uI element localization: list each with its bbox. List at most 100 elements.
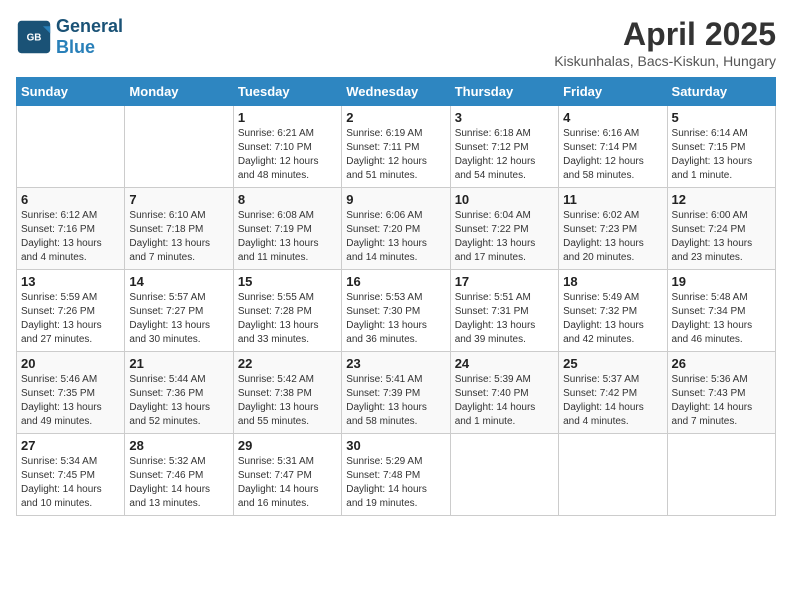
page-header: GB General Blue April 2025 Kiskunhalas, … xyxy=(16,16,776,69)
day-number: 29 xyxy=(238,438,337,453)
calendar-cell: 2 Sunrise: 6:19 AMSunset: 7:11 PMDaylight… xyxy=(342,106,450,188)
day-info: Sunrise: 6:00 AMSunset: 7:24 PMDaylight:… xyxy=(672,210,753,263)
calendar-header-row: SundayMondayTuesdayWednesdayThursdayFrid… xyxy=(17,78,776,106)
day-info: Sunrise: 5:36 AMSunset: 7:43 PMDaylight:… xyxy=(672,374,753,427)
calendar-cell xyxy=(559,434,667,516)
day-info: Sunrise: 5:59 AMSunset: 7:26 PMDaylight:… xyxy=(21,292,102,345)
logo: GB General Blue xyxy=(16,16,123,58)
day-number: 21 xyxy=(129,356,228,371)
day-number: 24 xyxy=(455,356,554,371)
title-block: April 2025 Kiskunhalas, Bacs-Kiskun, Hun… xyxy=(554,16,776,69)
calendar-cell xyxy=(17,106,125,188)
day-number: 22 xyxy=(238,356,337,371)
calendar-cell: 27Sunrise: 5:34 AMSunset: 7:45 PMDayligh… xyxy=(17,434,125,516)
day-info: Sunrise: 5:44 AMSunset: 7:36 PMDaylight:… xyxy=(129,374,210,427)
calendar-cell: 8 Sunrise: 6:08 AMSunset: 7:19 PMDaylight… xyxy=(233,188,341,270)
day-number: 19 xyxy=(672,274,771,289)
calendar-cell: 15 Sunrise: 5:55 AMSunset: 7:28 PMDayligh… xyxy=(233,270,341,352)
calendar-cell: 30 Sunrise: 5:29 AMSunset: 7:48 PMDayligh… xyxy=(342,434,450,516)
calendar-cell: 4 Sunrise: 6:16 AMSunset: 7:14 PMDaylight… xyxy=(559,106,667,188)
day-number: 13 xyxy=(21,274,120,289)
day-info: Sunrise: 5:32 AMSunset: 7:46 PMDaylight:… xyxy=(129,456,210,509)
day-info: Sunrise: 6:16 AMSunset: 7:14 PMDaylight:… xyxy=(563,128,644,181)
calendar-cell: 10Sunrise: 6:04 AMSunset: 7:22 PMDayligh… xyxy=(450,188,558,270)
day-info: Sunrise: 5:48 AMSunset: 7:34 PMDaylight:… xyxy=(672,292,753,345)
day-info: Sunrise: 6:14 AMSunset: 7:15 PMDaylight:… xyxy=(672,128,753,181)
calendar-cell: 18Sunrise: 5:49 AMSunset: 7:32 PMDayligh… xyxy=(559,270,667,352)
header-day-saturday: Saturday xyxy=(667,78,775,106)
day-info: Sunrise: 5:41 AMSunset: 7:39 PMDaylight:… xyxy=(346,374,427,427)
day-number: 9 xyxy=(346,192,445,207)
calendar-cell: 12 Sunrise: 6:00 AMSunset: 7:24 PMDayligh… xyxy=(667,188,775,270)
day-number: 14 xyxy=(129,274,228,289)
day-number: 5 xyxy=(672,110,771,125)
day-number: 20 xyxy=(21,356,120,371)
calendar-cell: 1Sunrise: 6:21 AMSunset: 7:10 PMDaylight… xyxy=(233,106,341,188)
day-info: Sunrise: 5:55 AMSunset: 7:28 PMDaylight:… xyxy=(238,292,319,345)
calendar-cell: 6Sunrise: 6:12 AMSunset: 7:16 PMDaylight… xyxy=(17,188,125,270)
calendar-cell: 24 Sunrise: 5:39 AMSunset: 7:40 PMDayligh… xyxy=(450,352,558,434)
calendar-cell: 13 Sunrise: 5:59 AMSunset: 7:26 PMDayligh… xyxy=(17,270,125,352)
day-number: 8 xyxy=(238,192,337,207)
day-number: 6 xyxy=(21,192,120,207)
calendar-cell: 9 Sunrise: 6:06 AMSunset: 7:20 PMDaylight… xyxy=(342,188,450,270)
day-info: Sunrise: 5:51 AMSunset: 7:31 PMDaylight:… xyxy=(455,292,536,345)
calendar-cell: 22 Sunrise: 5:42 AMSunset: 7:38 PMDayligh… xyxy=(233,352,341,434)
svg-text:GB: GB xyxy=(27,33,42,44)
day-info: Sunrise: 5:53 AMSunset: 7:30 PMDaylight:… xyxy=(346,292,427,345)
day-number: 2 xyxy=(346,110,445,125)
calendar-week-row: 13 Sunrise: 5:59 AMSunset: 7:26 PMDayligh… xyxy=(17,270,776,352)
day-number: 11 xyxy=(563,192,662,207)
calendar-cell: 21 Sunrise: 5:44 AMSunset: 7:36 PMDayligh… xyxy=(125,352,233,434)
day-number: 16 xyxy=(346,274,445,289)
day-info: Sunrise: 6:08 AMSunset: 7:19 PMDaylight:… xyxy=(238,210,319,263)
header-day-wednesday: Wednesday xyxy=(342,78,450,106)
day-number: 25 xyxy=(563,356,662,371)
header-day-thursday: Thursday xyxy=(450,78,558,106)
day-info: Sunrise: 5:37 AMSunset: 7:42 PMDaylight:… xyxy=(563,374,644,427)
calendar-subtitle: Kiskunhalas, Bacs-Kiskun, Hungary xyxy=(554,53,776,69)
day-number: 15 xyxy=(238,274,337,289)
calendar-cell: 19 Sunrise: 5:48 AMSunset: 7:34 PMDayligh… xyxy=(667,270,775,352)
calendar-cell: 3Sunrise: 6:18 AMSunset: 7:12 PMDaylight… xyxy=(450,106,558,188)
day-number: 28 xyxy=(129,438,228,453)
day-info: Sunrise: 5:39 AMSunset: 7:40 PMDaylight:… xyxy=(455,374,536,427)
day-info: Sunrise: 5:57 AMSunset: 7:27 PMDaylight:… xyxy=(129,292,210,345)
calendar-week-row: 1Sunrise: 6:21 AMSunset: 7:10 PMDaylight… xyxy=(17,106,776,188)
day-number: 1 xyxy=(238,110,337,125)
header-day-sunday: Sunday xyxy=(17,78,125,106)
calendar-cell: 14 Sunrise: 5:57 AMSunset: 7:27 PMDayligh… xyxy=(125,270,233,352)
day-info: Sunrise: 5:42 AMSunset: 7:38 PMDaylight:… xyxy=(238,374,319,427)
day-number: 3 xyxy=(455,110,554,125)
day-info: Sunrise: 5:49 AMSunset: 7:32 PMDaylight:… xyxy=(563,292,644,345)
calendar-cell: 26 Sunrise: 5:36 AMSunset: 7:43 PMDayligh… xyxy=(667,352,775,434)
calendar-week-row: 6Sunrise: 6:12 AMSunset: 7:16 PMDaylight… xyxy=(17,188,776,270)
calendar-cell xyxy=(450,434,558,516)
calendar-cell: 29 Sunrise: 5:31 AMSunset: 7:47 PMDayligh… xyxy=(233,434,341,516)
logo-icon: GB xyxy=(16,19,52,55)
calendar-table: SundayMondayTuesdayWednesdayThursdayFrid… xyxy=(16,77,776,516)
day-info: Sunrise: 5:29 AMSunset: 7:48 PMDaylight:… xyxy=(346,456,427,509)
calendar-cell: 16 Sunrise: 5:53 AMSunset: 7:30 PMDayligh… xyxy=(342,270,450,352)
day-number: 26 xyxy=(672,356,771,371)
day-number: 4 xyxy=(563,110,662,125)
day-number: 30 xyxy=(346,438,445,453)
calendar-cell: 17 Sunrise: 5:51 AMSunset: 7:31 PMDayligh… xyxy=(450,270,558,352)
calendar-cell: 23Sunrise: 5:41 AMSunset: 7:39 PMDayligh… xyxy=(342,352,450,434)
header-day-friday: Friday xyxy=(559,78,667,106)
calendar-cell xyxy=(667,434,775,516)
day-info: Sunrise: 5:31 AMSunset: 7:47 PMDaylight:… xyxy=(238,456,319,509)
header-day-monday: Monday xyxy=(125,78,233,106)
day-number: 27 xyxy=(21,438,120,453)
day-number: 17 xyxy=(455,274,554,289)
day-info: Sunrise: 6:10 AMSunset: 7:18 PMDaylight:… xyxy=(129,210,210,263)
calendar-cell: 28 Sunrise: 5:32 AMSunset: 7:46 PMDayligh… xyxy=(125,434,233,516)
day-info: Sunrise: 6:02 AMSunset: 7:23 PMDaylight:… xyxy=(563,210,644,263)
calendar-week-row: 20Sunrise: 5:46 AMSunset: 7:35 PMDayligh… xyxy=(17,352,776,434)
day-info: Sunrise: 6:19 AMSunset: 7:11 PMDaylight:… xyxy=(346,128,427,181)
calendar-week-row: 27Sunrise: 5:34 AMSunset: 7:45 PMDayligh… xyxy=(17,434,776,516)
calendar-cell xyxy=(125,106,233,188)
day-info: Sunrise: 6:06 AMSunset: 7:20 PMDaylight:… xyxy=(346,210,427,263)
day-number: 12 xyxy=(672,192,771,207)
day-info: Sunrise: 6:04 AMSunset: 7:22 PMDaylight:… xyxy=(455,210,536,263)
